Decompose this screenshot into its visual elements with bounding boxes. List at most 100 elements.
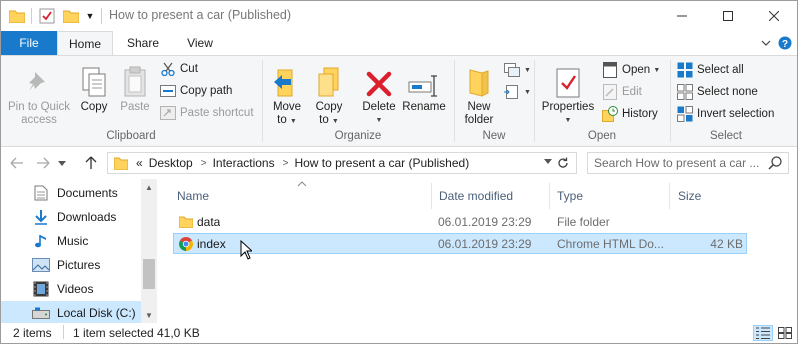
paste-button[interactable]: Paste: [117, 62, 153, 114]
minimize-button[interactable]: [659, 1, 705, 31]
nav-label-music: Music: [57, 234, 89, 248]
pin-icon: [27, 62, 51, 98]
copy-to-label-2: to: [319, 114, 329, 126]
details-view-button[interactable]: [753, 325, 773, 341]
new-item-icon: [503, 62, 521, 78]
navigation-pane-scrollbar[interactable]: ▲ ▼: [141, 179, 157, 323]
nav-item-music[interactable]: Music: [1, 229, 141, 253]
tab-view[interactable]: View: [173, 31, 227, 55]
search-input[interactable]: Search How to present a car ...: [587, 152, 789, 174]
open-label: Open: [622, 64, 651, 76]
new-item-button[interactable]: ▼: [503, 60, 531, 80]
tab-share[interactable]: Share: [117, 31, 169, 55]
invert-selection-button[interactable]: Invert selection: [676, 104, 774, 124]
select-all-button[interactable]: Select all: [676, 60, 744, 80]
copy-to-button[interactable]: Copy to ▼: [311, 62, 347, 128]
nav-item-pictures[interactable]: Pictures: [1, 253, 141, 277]
quick-access-dropdown-icon[interactable]: ▼: [83, 6, 97, 26]
properties-button[interactable]: Properties ▼: [539, 62, 597, 127]
edit-button[interactable]: Edit: [601, 82, 642, 102]
column-header-size[interactable]: Size: [678, 185, 701, 207]
pin-to-quick-access-button[interactable]: Pin to Quick access: [5, 62, 73, 127]
column-header-name[interactable]: Name: [177, 185, 209, 207]
column-divider[interactable]: [549, 183, 550, 209]
window-title: How to present a car (Published): [109, 8, 292, 22]
address-overflow[interactable]: «: [136, 156, 143, 170]
chevron-right-icon[interactable]: >: [283, 158, 289, 169]
file-row-data[interactable]: data 06.01.2019 23:29 File folder: [173, 212, 747, 233]
address-dropdown-icon[interactable]: [544, 157, 552, 166]
new-folder-button[interactable]: New folder: [459, 62, 499, 127]
delete-button[interactable]: Delete ▼: [359, 62, 399, 127]
scroll-down-icon[interactable]: ▼: [141, 307, 157, 323]
nav-item-local-disk[interactable]: Local Disk (C:): [1, 301, 141, 325]
nav-label-videos: Videos: [57, 282, 94, 296]
copy-to-label-1: Copy: [315, 101, 343, 113]
history-button[interactable]: History: [601, 104, 658, 124]
mouse-cursor-icon: [240, 239, 254, 263]
column-divider[interactable]: [669, 183, 670, 209]
column-header-type[interactable]: Type: [557, 185, 583, 207]
maximize-button[interactable]: [705, 1, 751, 31]
help-icon[interactable]: ?: [777, 35, 793, 51]
scrollbar-thumb[interactable]: [143, 259, 155, 289]
select-none-icon: [676, 84, 694, 100]
new-folder-icon: [467, 62, 491, 98]
pin-label-1: Pin to Quick: [8, 101, 70, 113]
history-label: History: [622, 108, 658, 120]
chevron-right-icon[interactable]: >: [201, 158, 207, 169]
music-icon: [31, 232, 51, 250]
navigation-pane: Documents Downloads Music Pictures Video…: [1, 179, 157, 325]
file-type: Chrome HTML Do...: [557, 237, 664, 251]
move-to-label-2: to: [277, 114, 287, 126]
new-group-label: New: [482, 130, 506, 142]
breadcrumb-desktop[interactable]: Desktop: [149, 156, 193, 170]
large-icons-view-button[interactable]: [775, 325, 795, 341]
cut-button[interactable]: Cut: [159, 59, 198, 79]
file-date: 06.01.2019 23:29: [438, 237, 532, 251]
easy-access-button[interactable]: ▼: [503, 82, 531, 102]
nav-item-downloads[interactable]: Downloads: [1, 205, 141, 229]
chevron-down-icon[interactable]: [759, 35, 773, 51]
breadcrumb-current-folder[interactable]: How to present a car (Published): [294, 156, 469, 170]
copy-to-caret: ▼: [331, 118, 339, 125]
properties-quick-access-icon[interactable]: [37, 6, 57, 26]
nav-item-documents[interactable]: Documents: [1, 181, 141, 205]
rename-button[interactable]: Rename: [401, 62, 447, 114]
paste-label: Paste: [120, 101, 150, 113]
breadcrumb-interactions[interactable]: Interactions: [213, 156, 275, 170]
close-button[interactable]: [751, 1, 797, 31]
folder-icon: [7, 6, 27, 26]
open-group-label: Open: [587, 130, 617, 142]
delete-caret: ▼: [375, 117, 383, 124]
paste-shortcut-icon: [159, 105, 177, 121]
nav-item-videos[interactable]: Videos: [1, 277, 141, 301]
copy-to-icon: [314, 62, 344, 98]
forward-button[interactable]: [33, 153, 53, 173]
copy-button[interactable]: Copy: [77, 62, 111, 114]
new-folder-label-2: folder: [464, 114, 494, 126]
copy-path-button[interactable]: Copy path: [159, 81, 232, 101]
ribbon-tabs: File Home Share View ?: [1, 31, 797, 56]
up-button[interactable]: [81, 153, 101, 173]
column-header-date[interactable]: Date modified: [439, 185, 513, 207]
file-row-index[interactable]: index 06.01.2019 23:29 Chrome HTML Do...…: [173, 233, 747, 254]
select-none-button[interactable]: Select none: [676, 82, 758, 102]
open-button[interactable]: Open ▼: [601, 60, 660, 80]
new-folder-quick-access-icon[interactable]: [61, 6, 81, 26]
refresh-icon[interactable]: [554, 154, 572, 172]
paste-shortcut-button[interactable]: Paste shortcut: [159, 103, 254, 123]
tab-file[interactable]: File: [1, 31, 57, 55]
ribbon: Pin to Quick access Copy Paste Cut Copy …: [1, 55, 797, 147]
back-button[interactable]: [7, 153, 27, 173]
paste-shortcut-label: Paste shortcut: [180, 107, 254, 119]
title-separator-2: [101, 8, 102, 24]
column-divider[interactable]: [431, 183, 432, 209]
tab-home[interactable]: Home: [57, 31, 113, 56]
nav-label-pictures: Pictures: [57, 258, 101, 272]
easy-access-icon: [503, 84, 521, 100]
move-to-button[interactable]: Move to ▼: [269, 62, 305, 128]
scroll-up-icon[interactable]: ▲: [141, 179, 157, 195]
address-bar[interactable]: « Desktop > Interactions > How to presen…: [107, 152, 577, 174]
recent-locations-dropdown[interactable]: [55, 153, 69, 173]
